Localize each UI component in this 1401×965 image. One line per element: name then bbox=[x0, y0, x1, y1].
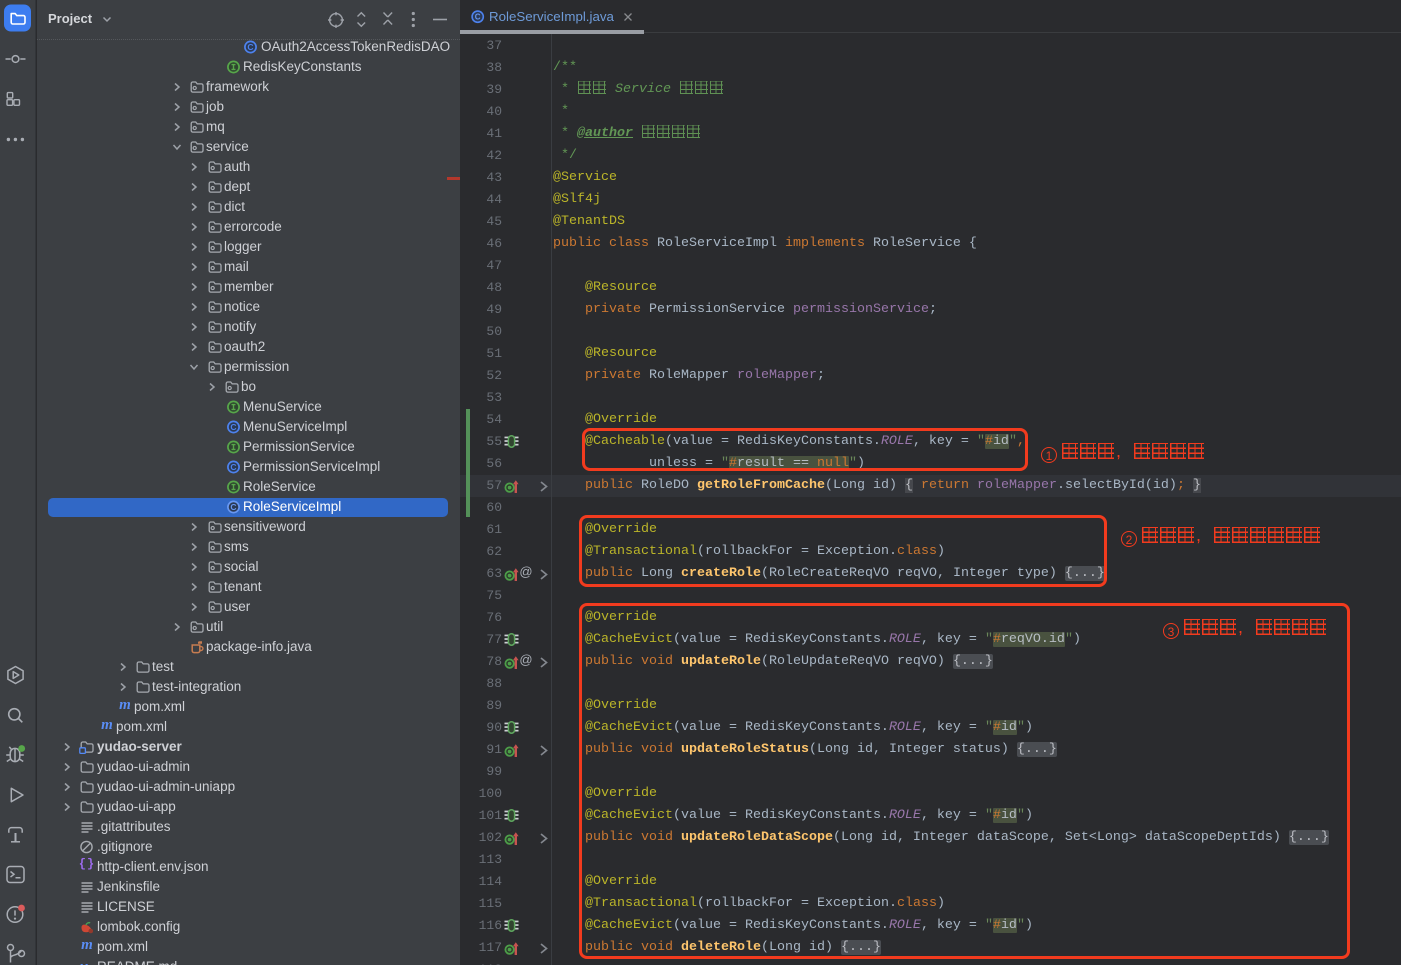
svg-text:C: C bbox=[230, 462, 236, 472]
svg-text:C: C bbox=[230, 502, 236, 512]
svg-text:C: C bbox=[475, 13, 481, 22]
svg-text:C: C bbox=[230, 422, 236, 432]
svg-text:C: C bbox=[247, 42, 253, 52]
